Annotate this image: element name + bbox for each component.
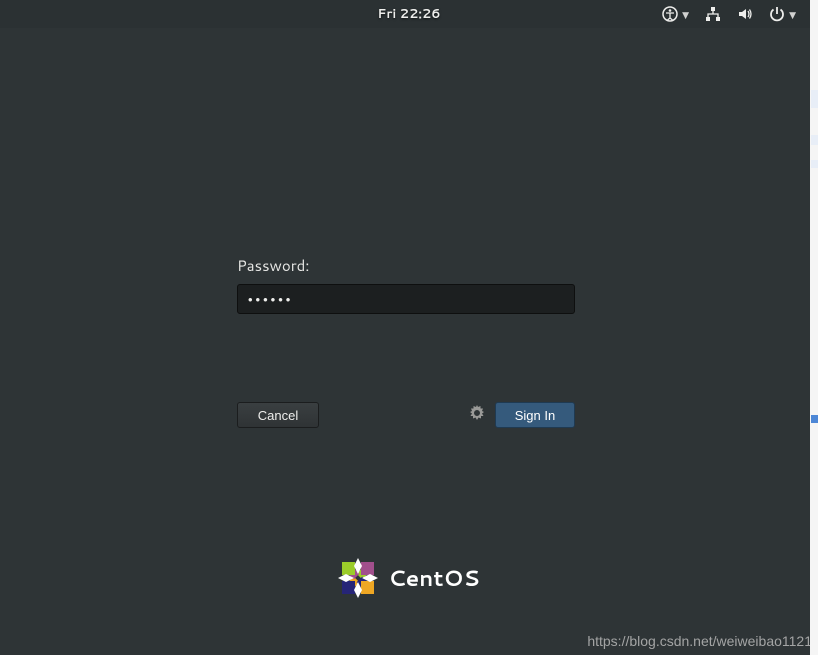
password-input[interactable]	[237, 284, 575, 314]
network-icon	[705, 6, 721, 22]
system-tray: ▼ ▼	[662, 0, 796, 28]
gear-icon	[469, 405, 485, 421]
session-options-button[interactable]	[469, 404, 485, 427]
signin-button[interactable]: Sign In	[495, 402, 575, 428]
cancel-button[interactable]: Cancel	[237, 402, 319, 428]
centos-logo-icon	[338, 558, 378, 598]
accessibility-menu[interactable]: ▼	[662, 6, 689, 22]
password-label: Password:	[237, 255, 577, 276]
signin-group: Sign In	[469, 402, 575, 428]
chevron-down-icon: ▼	[682, 8, 689, 21]
top-bar: Fri 22:26 ▼ ▼	[0, 0, 818, 28]
network-indicator[interactable]	[705, 6, 721, 22]
chevron-down-icon: ▼	[789, 8, 796, 21]
power-menu[interactable]: ▼	[769, 6, 796, 22]
accessibility-icon	[662, 6, 678, 22]
login-buttons: Cancel Sign In	[237, 402, 575, 428]
os-branding: CentOS	[0, 558, 818, 598]
login-form: Password:	[237, 255, 577, 314]
clock[interactable]: Fri 22:26	[377, 5, 440, 23]
window-edge	[810, 0, 818, 655]
volume-icon	[737, 6, 753, 22]
volume-indicator[interactable]	[737, 6, 753, 22]
power-icon	[769, 6, 785, 22]
os-name: CentOS	[388, 563, 480, 594]
watermark-text: https://blog.csdn.net/weiweibao1121	[587, 633, 812, 649]
